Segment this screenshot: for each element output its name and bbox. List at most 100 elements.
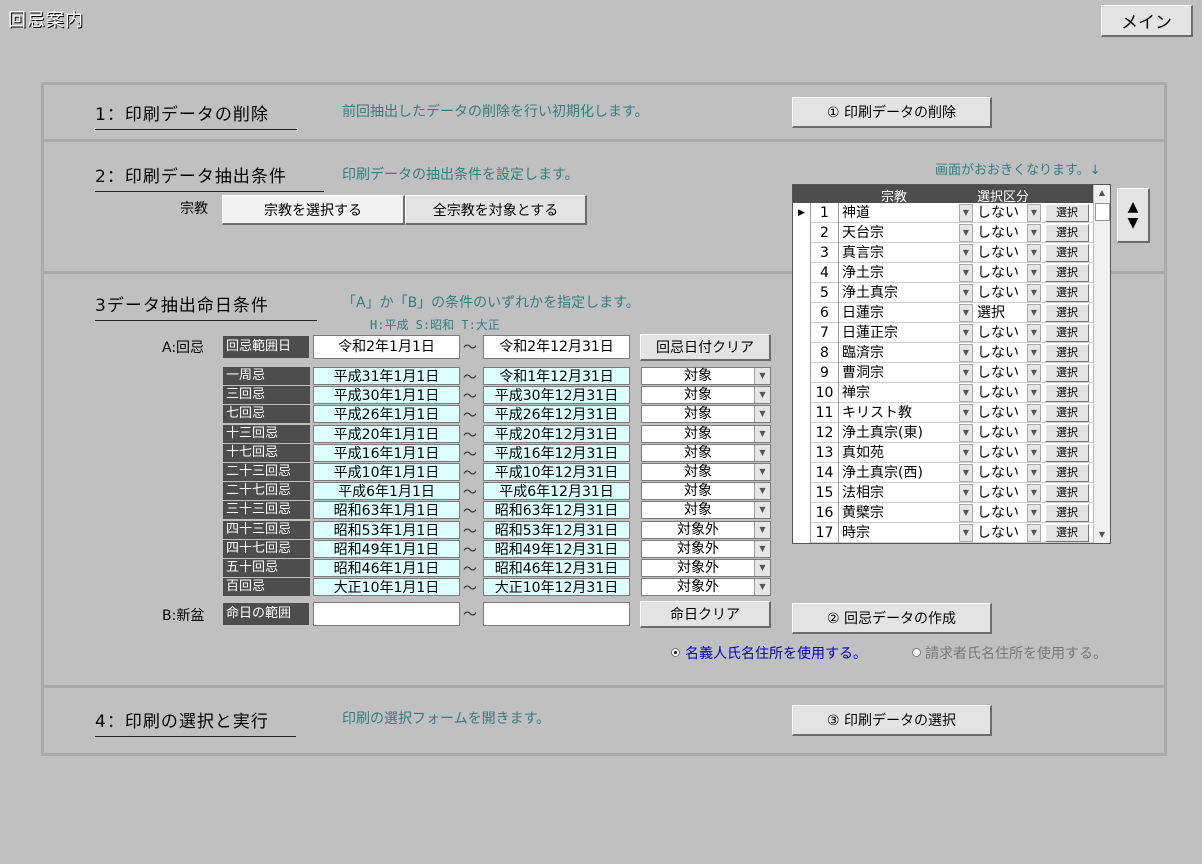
kaiki-to-field[interactable]: 平成16年12月31日	[483, 444, 630, 462]
row-selector[interactable]	[793, 243, 811, 263]
grid-row[interactable]: 3 真言宗 ▼ しない ▼ 選択	[793, 243, 1093, 263]
row-selector[interactable]	[793, 503, 811, 523]
kaiki-from-field[interactable]: 平成10年1月1日	[313, 463, 460, 481]
row-selector[interactable]	[793, 423, 811, 443]
grid-row-select-button[interactable]: 選択	[1045, 484, 1089, 502]
chevron-down-icon[interactable]: ▼	[1027, 344, 1041, 362]
grid-row-kubun[interactable]: しない	[975, 383, 1025, 403]
scroll-up-icon[interactable]: ▲	[1095, 186, 1109, 200]
grid-row[interactable]: 7 日蓮正宗 ▼ しない ▼ 選択	[793, 323, 1093, 343]
b-from-field[interactable]	[313, 602, 460, 626]
chevron-down-icon[interactable]: ▼	[754, 579, 770, 595]
grid-row-select-button[interactable]: 選択	[1045, 464, 1089, 482]
grid-row-kubun[interactable]: しない	[975, 443, 1025, 463]
select-print-data-button[interactable]: ③ 印刷データの選択	[792, 705, 992, 736]
chevron-down-icon[interactable]: ▼	[754, 464, 770, 480]
kaiki-from-field[interactable]: 昭和46年1月1日	[313, 559, 460, 577]
chevron-down-icon[interactable]: ▼	[1027, 384, 1041, 402]
chevron-down-icon[interactable]: ▼	[1027, 364, 1041, 382]
kaiki-status-select[interactable]: 対象 ▼	[641, 405, 771, 423]
chevron-down-icon[interactable]: ▼	[754, 541, 770, 557]
grid-row-religion[interactable]: 浄土真宗(西)	[840, 463, 958, 483]
grid-row-kubun[interactable]: しない	[975, 263, 1025, 283]
row-selector[interactable]	[793, 283, 811, 303]
grid-row-select-button[interactable]: 選択	[1045, 524, 1089, 542]
kaiki-from-field[interactable]: 大正10年1月1日	[313, 578, 460, 596]
kaiki-status-select[interactable]: 対象 ▼	[641, 482, 771, 500]
chevron-down-icon[interactable]: ▼	[1027, 424, 1041, 442]
grid-row-kubun[interactable]: しない	[975, 463, 1025, 483]
row-selector[interactable]	[793, 223, 811, 243]
grid-row-select-button[interactable]: 選択	[1045, 344, 1089, 362]
grid-row-religion[interactable]: 浄土宗	[840, 263, 958, 283]
kaiki-status-select[interactable]: 対象 ▼	[641, 367, 771, 385]
grid-row-select-button[interactable]: 選択	[1045, 384, 1089, 402]
chevron-down-icon[interactable]: ▼	[959, 284, 973, 302]
chevron-down-icon[interactable]: ▼	[754, 502, 770, 518]
grid-row[interactable]: 2 天台宗 ▼ しない ▼ 選択	[793, 223, 1093, 243]
chevron-down-icon[interactable]: ▼	[754, 368, 770, 384]
grid-row[interactable]: 8 臨済宗 ▼ しない ▼ 選択	[793, 343, 1093, 363]
grid-row-select-button[interactable]: 選択	[1045, 304, 1089, 322]
radio-meigi[interactable]	[671, 648, 680, 657]
grid-row-kubun[interactable]: しない	[975, 423, 1025, 443]
grid-row-kubun[interactable]: しない	[975, 483, 1025, 503]
grid-row-religion[interactable]: 天台宗	[840, 223, 958, 243]
kaiki-from-field[interactable]: 昭和49年1月1日	[313, 540, 460, 558]
kaiki-status-select[interactable]: 対象 ▼	[641, 425, 771, 443]
range-to-field[interactable]: 令和2年12月31日	[483, 335, 630, 359]
kaiki-status-select[interactable]: 対象 ▼	[641, 444, 771, 462]
kaiki-status-select[interactable]: 対象外 ▼	[641, 578, 771, 596]
chevron-down-icon[interactable]: ▼	[754, 406, 770, 422]
chevron-down-icon[interactable]: ▼	[1027, 524, 1041, 542]
grid-row-select-button[interactable]: 選択	[1045, 444, 1089, 462]
chevron-down-icon[interactable]: ▼	[959, 384, 973, 402]
chevron-down-icon[interactable]: ▼	[754, 387, 770, 403]
grid-row[interactable]: 15 法相宗 ▼ しない ▼ 選択	[793, 483, 1093, 503]
row-selector[interactable]	[793, 523, 811, 543]
grid-row[interactable]: ▶ 1 神道 ▼ しない ▼ 選択	[793, 203, 1093, 223]
create-kaiki-data-button[interactable]: ② 回忌データの作成	[792, 603, 992, 634]
main-menu-button[interactable]: メイン	[1101, 5, 1193, 37]
chevron-down-icon[interactable]: ▼	[1027, 284, 1041, 302]
grid-row[interactable]: 17 時宗 ▼ しない ▼ 選択	[793, 523, 1093, 543]
chevron-down-icon[interactable]: ▼	[959, 204, 973, 222]
chevron-down-icon[interactable]: ▼	[1027, 444, 1041, 462]
chevron-down-icon[interactable]: ▼	[959, 344, 973, 362]
grid-row-kubun[interactable]: しない	[975, 283, 1025, 303]
row-selector[interactable]	[793, 443, 811, 463]
kaiki-from-field[interactable]: 平成31年1月1日	[313, 367, 460, 385]
chevron-down-icon[interactable]: ▼	[959, 464, 973, 482]
chevron-down-icon[interactable]: ▼	[1027, 204, 1041, 222]
chevron-down-icon[interactable]: ▼	[1027, 264, 1041, 282]
grid-row-religion[interactable]: 日蓮宗	[840, 303, 958, 323]
clear-meinichi-button[interactable]: 命日クリア	[640, 601, 771, 628]
delete-print-data-button[interactable]: ① 印刷データの削除	[792, 97, 992, 128]
religion-grid[interactable]: 宗教 選択区分 ▶ 1 神道 ▼ しない ▼ 選択 2 天台宗 ▼ しない ▼ …	[792, 184, 1111, 544]
range-from-field[interactable]: 令和2年1月1日	[313, 335, 460, 359]
grid-row[interactable]: 12 浄土真宗(東) ▼ しない ▼ 選択	[793, 423, 1093, 443]
grid-row-kubun[interactable]: しない	[975, 323, 1025, 343]
chevron-down-icon[interactable]: ▼	[754, 483, 770, 499]
chevron-down-icon[interactable]: ▼	[959, 504, 973, 522]
grid-row[interactable]: 9 曹洞宗 ▼ しない ▼ 選択	[793, 363, 1093, 383]
scroll-thumb[interactable]	[1095, 203, 1110, 221]
grid-row[interactable]: 10 禅宗 ▼ しない ▼ 選択	[793, 383, 1093, 403]
chevron-down-icon[interactable]: ▼	[1027, 464, 1041, 482]
grid-row-religion[interactable]: 日蓮正宗	[840, 323, 958, 343]
enlarge-grid-button[interactable]: ▲ ▼	[1117, 188, 1150, 243]
grid-row-religion[interactable]: 時宗	[840, 523, 958, 543]
chevron-down-icon[interactable]: ▼	[754, 522, 770, 538]
kaiki-status-select[interactable]: 対象 ▼	[641, 501, 771, 519]
grid-row-religion[interactable]: 浄土真宗	[840, 283, 958, 303]
kaiki-from-field[interactable]: 平成26年1月1日	[313, 405, 460, 423]
kaiki-status-select[interactable]: 対象 ▼	[641, 386, 771, 404]
grid-row-kubun[interactable]: しない	[975, 343, 1025, 363]
chevron-down-icon[interactable]: ▼	[754, 445, 770, 461]
row-selector[interactable]	[793, 263, 811, 283]
grid-row-religion[interactable]: 法相宗	[840, 483, 958, 503]
chevron-down-icon[interactable]: ▼	[959, 224, 973, 242]
grid-row-kubun[interactable]: しない	[975, 523, 1025, 543]
chevron-down-icon[interactable]: ▼	[959, 364, 973, 382]
grid-row[interactable]: 5 浄土真宗 ▼ しない ▼ 選択	[793, 283, 1093, 303]
